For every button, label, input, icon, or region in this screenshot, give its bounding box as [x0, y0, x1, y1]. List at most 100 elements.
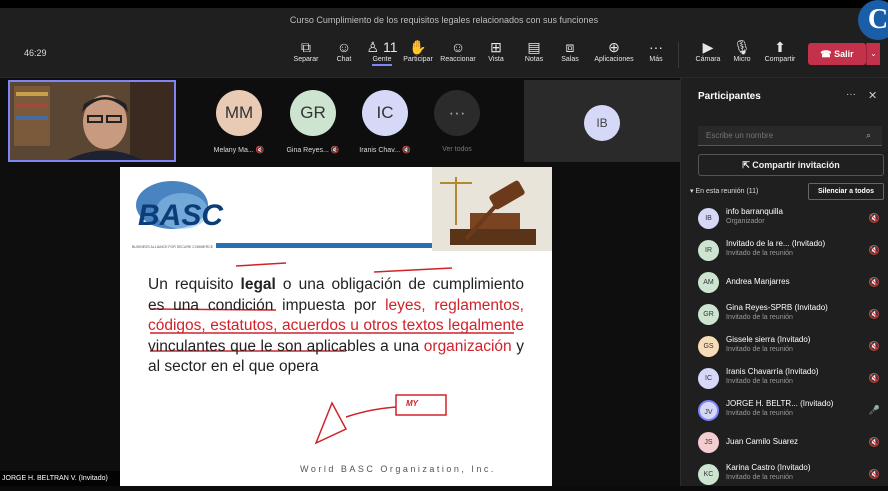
presenter-name-label: JORGE H. BELTRAN V. (Invitado)	[0, 471, 120, 486]
leave-dropdown-chevron[interactable]: ⌄	[866, 43, 880, 65]
phone-icon: ☎	[820, 49, 835, 59]
toolbar-más-button[interactable]: ··· Más	[636, 38, 676, 72]
participant-role: Invitado de la reunión	[726, 474, 793, 481]
participant-name: Gissele sierra (Invitado)	[726, 335, 811, 344]
toolbar-notas-button[interactable]: ▤ Notas	[514, 38, 554, 72]
toolbar-label: Participar	[403, 56, 433, 63]
participant-tile[interactable]: MM Melany Ma... 🔇	[204, 90, 274, 154]
avatar: IB	[584, 105, 620, 141]
close-icon[interactable]: ✕	[868, 89, 877, 102]
list-item[interactable]: IC Iranis Chavarría (Invitado) Invitado de…	[690, 364, 888, 394]
toolbar-label: Aplicaciones	[594, 56, 634, 63]
toolbar-label: Separar	[293, 56, 319, 63]
participant-role: Invitado de la reunión	[726, 346, 793, 353]
list-item[interactable]: IB info barranquilla Organizador 🔇	[690, 204, 888, 234]
participar-icon: ✋	[409, 39, 427, 55]
avatar: JV	[698, 400, 719, 421]
mic-muted-icon: 🔇	[868, 437, 880, 447]
more-icon: ···	[434, 90, 480, 136]
mic-muted-icon: 🔇	[868, 341, 880, 351]
mic-muted-icon: 🔇	[868, 469, 880, 479]
participant-role: Organizador	[726, 218, 765, 225]
mic-button[interactable]: 🎙 Micro	[722, 38, 762, 72]
notas-icon: ▤	[527, 39, 541, 55]
participant-tile[interactable]: GR Gina Reyes... 🔇	[278, 90, 348, 154]
gente-icon: ♙ 11	[366, 39, 398, 55]
participant-role: Invitado de la reunión	[726, 250, 793, 257]
share-icon: ⇱	[742, 160, 753, 170]
toolbar-separar-button[interactable]: ⧉ Separar	[286, 38, 326, 72]
toolbar-participar-button[interactable]: ✋ Participar	[398, 38, 438, 72]
avatar: KC	[698, 464, 719, 485]
mic-off-icon: 🎙	[733, 39, 751, 55]
mic-muted-icon: 🔇	[868, 309, 880, 319]
slide-annotation: MY	[406, 399, 418, 408]
panel-title: Participantes	[698, 91, 761, 102]
search-icon: ⌕	[866, 130, 872, 140]
window-title: Curso Cumplimiento de los requisitos leg…	[0, 8, 888, 32]
in-meeting-section-header[interactable]: ▾ En esta reunión (11)	[690, 187, 758, 195]
list-item[interactable]: GS Gissele sierra (Invitado) Invitado de l…	[690, 332, 888, 362]
chat-icon: ☺	[336, 39, 352, 55]
presenter-video[interactable]	[8, 80, 176, 162]
share-invite-button[interactable]: ⇱ Compartir invitación	[698, 154, 884, 176]
avatar: GR	[698, 304, 719, 325]
slide-body-text: Un requisito legal o una obligación de c…	[148, 276, 524, 375]
see-all-tile[interactable]: ··· Ver todos	[422, 90, 492, 153]
toolbar-chat-button[interactable]: ☺ Chat	[324, 38, 364, 72]
toolbar-label: Salas	[561, 56, 579, 63]
participant-name: Andrea Manjarres	[726, 277, 790, 286]
toolbar-label: Vista	[488, 56, 504, 63]
mic-muted-icon: 🔇	[868, 373, 880, 383]
separar-icon: ⧉	[301, 39, 311, 55]
avatar: JS	[698, 432, 719, 453]
toolbar-label: Notas	[524, 56, 544, 63]
toolbar-vista-button[interactable]: ⊞ Vista	[476, 38, 516, 72]
toolbar-label: Más	[649, 56, 663, 63]
avatar: AM	[698, 272, 719, 293]
meeting-timer: 46:29	[24, 48, 47, 58]
avatar: MM	[216, 90, 262, 136]
list-item[interactable]: AM Andrea Manjarres 🔇	[690, 268, 888, 298]
toolbar-salas-button[interactable]: ⧈ Salas	[550, 38, 590, 72]
list-item[interactable]: IR Invitado de la re... (Invitado) Invitad…	[690, 236, 888, 266]
toolbar-label: Reaccionar	[440, 56, 476, 63]
tile-name: Gina Reyes... 🔇	[286, 147, 340, 154]
salas-icon: ⧈	[565, 39, 575, 55]
mute-all-button[interactable]: Silenciar a todos	[808, 183, 884, 200]
avatar: IB	[698, 208, 719, 229]
slide-footer: World BASC Organization, Inc.	[300, 464, 496, 474]
participant-name: Invitado de la re... (Invitado)	[726, 239, 826, 248]
más-icon: ···	[649, 39, 663, 55]
participant-role: Invitado de la reunión	[726, 378, 793, 385]
leave-button[interactable]: ☎ Salir	[808, 43, 866, 65]
participant-name: Juan Camilo Suarez	[726, 437, 799, 446]
toolbar-aplicaciones-button[interactable]: ⊕ Aplicaciones	[594, 38, 634, 72]
avatar: IC	[698, 368, 719, 389]
basc-logo-text: BASC	[138, 199, 224, 232]
toolbar-reaccionar-button[interactable]: ☺ Reaccionar	[438, 38, 478, 72]
avatar: GS	[698, 336, 719, 357]
top-black-bar	[0, 0, 888, 8]
reaccionar-icon: ☺	[450, 39, 466, 55]
participant-name: JORGE H. BELTR... (Invitado)	[726, 399, 834, 408]
tile-name: Iranis Chav... 🔇	[359, 147, 411, 154]
mic-muted-icon: 🔇	[868, 245, 880, 255]
participant-tile[interactable]: IC Iranis Chav... 🔇	[350, 90, 420, 154]
mic-muted-icon: 🔇	[868, 213, 880, 223]
toolbar-label: Gente	[372, 56, 392, 66]
share-button[interactable]: ⬆ Compartir	[760, 38, 800, 72]
participant-name: Iranis Chavarría (Invitado)	[726, 367, 819, 376]
presenter-video-image	[10, 82, 174, 160]
list-item[interactable]: GR Gina Reyes-SPRB (Invitado) Invitado de …	[690, 300, 888, 330]
vista-icon: ⊞	[490, 39, 502, 55]
list-item[interactable]: JS Juan Camilo Suarez 🔇	[690, 428, 888, 458]
avatar: IC	[362, 90, 408, 136]
share-screen-icon: ⬆	[774, 39, 786, 55]
more-options-icon[interactable]: ···	[846, 89, 856, 100]
participant-search-input[interactable]	[698, 126, 882, 146]
participant-role: Invitado de la reunión	[726, 314, 793, 321]
aplicaciones-icon: ⊕	[608, 39, 620, 55]
list-item[interactable]: JV JORGE H. BELTR... (Invitado) Invitado d…	[690, 396, 888, 426]
toolbar-gente-button[interactable]: ♙ 11 Gente	[362, 38, 402, 72]
